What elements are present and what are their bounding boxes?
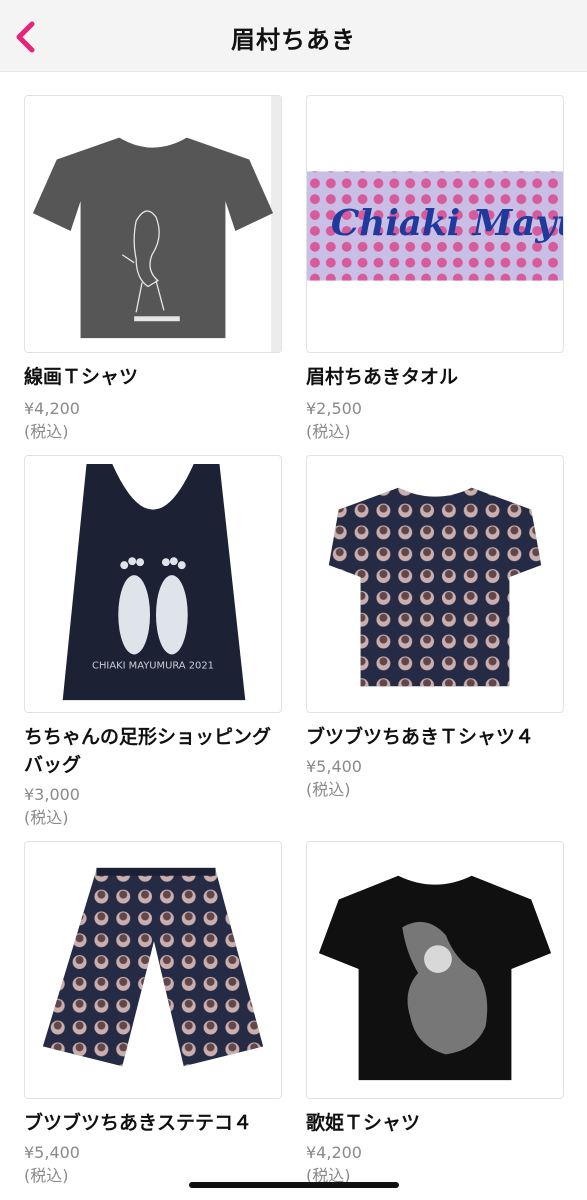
- product-name: ちちゃんの足形ショッピングバッグ: [24, 726, 272, 776]
- product-price: ¥3,000 (税込): [24, 785, 80, 827]
- product-name: 眉村ちあきタオル: [306, 366, 459, 388]
- product-image: Chiaki Mayumura: [306, 95, 564, 353]
- product-price: ¥5,400 (税込): [24, 1143, 80, 1185]
- product-price: ¥5,400 (税込): [306, 757, 362, 799]
- product-image: [24, 841, 282, 1099]
- product-name: 歌姫Ｔシャツ: [306, 1112, 421, 1134]
- product-image: [306, 455, 564, 713]
- product-price: ¥4,200 (税込): [306, 1143, 362, 1185]
- home-indicator[interactable]: [189, 1182, 399, 1188]
- page-title: 眉村ちあき: [231, 26, 356, 54]
- product-name: 線画Ｔシャツ: [24, 366, 139, 388]
- bag-print-text: CHIAKI MAYUMURA 2021: [92, 660, 214, 671]
- product-price: ¥2,500 (税込): [306, 399, 362, 441]
- product-image: CHIAKI MAYUMURA 2021: [24, 455, 282, 713]
- product-name: ブツブツちあきＴシャツ４: [306, 726, 535, 748]
- product-image: [306, 841, 564, 1099]
- product-image: [24, 95, 282, 353]
- product-price: ¥4,200 (税込): [24, 399, 80, 441]
- nav-bar: 眉村ちあき: [0, 0, 587, 72]
- towel-print-text: Chiaki Mayumura: [331, 202, 563, 244]
- product-name: ブツブツちあきステテコ４: [24, 1112, 253, 1134]
